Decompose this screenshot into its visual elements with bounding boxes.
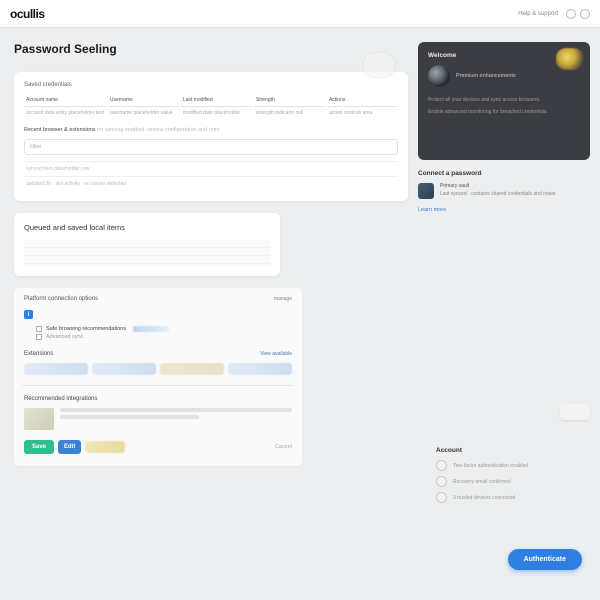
option-row[interactable]: Safe browsing recommendations (24, 325, 292, 333)
table-col: Username username placeholder value (108, 94, 179, 119)
devices-icon (436, 492, 447, 503)
floating-chip[interactable] (560, 404, 590, 420)
connect-title: Connect a password (418, 170, 590, 177)
edit-button[interactable]: Edit (58, 440, 81, 454)
account-item-text: 3 trusted devices connected (453, 495, 515, 501)
page-title: Password Seeling (14, 42, 408, 56)
option-label: Advanced sync (46, 334, 83, 340)
options-manage-link[interactable]: manage (274, 296, 292, 302)
vault-icon (418, 183, 434, 199)
extension-slot[interactable] (92, 363, 156, 375)
credentials-card: Saved credentials Account name account d… (14, 72, 408, 201)
table-col: Actions action controls area (327, 94, 398, 119)
extension-slot[interactable] (24, 363, 88, 375)
brand-logo: ocullis (10, 7, 45, 21)
list-item[interactable]: updated 2h · last activity · no issues d… (24, 176, 398, 191)
account-section: Account Two-factor authentication enable… (436, 447, 586, 508)
credentials-label: Saved credentials (24, 82, 398, 88)
hint-strong: Recent browser & extensions (24, 127, 96, 133)
recommended-title: Recommended integrations (24, 396, 292, 402)
col-cell: username placeholder value (108, 107, 179, 119)
options-panel: Platform connection options manage i Saf… (14, 288, 302, 466)
hint-line: Recent browser & extensions no syncing e… (24, 127, 398, 133)
options-title: Platform connection options (24, 296, 98, 302)
queued-card: Queued and saved local items (14, 213, 280, 276)
promo-desc: Enable advanced monitoring for breached … (428, 109, 580, 117)
credentials-table: Account name account data entry placehol… (24, 94, 398, 119)
table-col: Account name account data entry placehol… (24, 94, 106, 119)
recommended-text (60, 408, 292, 422)
extensions-title: Extensions (24, 351, 53, 357)
account-title: Account (436, 447, 586, 454)
promo-card: Welcome Premium enhancements Protect all… (418, 42, 590, 160)
table-col: Last modified modified date placeholder (181, 94, 252, 119)
account-item-text: Recovery email confirmed (453, 479, 511, 485)
topbar: ocullis Help & support (0, 0, 600, 28)
promo-desc: Protect all your devices and sync across… (428, 97, 580, 105)
connect-section: Connect a password Primary vault Last sy… (418, 170, 590, 213)
col-cell: action controls area (327, 107, 398, 119)
vault-row[interactable]: Primary vault Last synced · contains sha… (418, 183, 590, 199)
filter-input[interactable]: Filter (24, 139, 398, 155)
settings-icon[interactable] (566, 9, 576, 19)
topbar-icons (566, 9, 590, 19)
orb-icon (428, 65, 450, 87)
extensions-row (24, 363, 292, 375)
option-row[interactable]: Advanced sync (24, 333, 292, 341)
extension-slot[interactable] (228, 363, 292, 375)
account-item[interactable]: 3 trusted devices connected (436, 492, 586, 503)
account-item[interactable]: Recovery email confirmed (436, 476, 586, 487)
col-head[interactable]: Account name (24, 94, 106, 107)
col-head[interactable]: Username (108, 94, 179, 107)
col-cell: account data entry placeholder text (24, 107, 106, 119)
col-head[interactable]: Strength (254, 94, 325, 107)
extensions-link[interactable]: View available (260, 351, 292, 357)
cancel-button[interactable]: Cancel (275, 444, 292, 450)
queued-title: Queued and saved local items (24, 223, 270, 232)
page-header: Password Seeling (14, 42, 408, 60)
checkbox-icon[interactable] (36, 334, 42, 340)
checkbox-icon[interactable] (36, 326, 42, 332)
extension-slot[interactable] (160, 363, 224, 375)
profile-icon[interactable] (580, 9, 590, 19)
save-button[interactable]: Save (24, 440, 54, 454)
mail-icon (436, 476, 447, 487)
status-badge (133, 326, 169, 332)
col-cell: modified date placeholder (181, 107, 252, 119)
pending-button[interactable] (85, 441, 125, 453)
promo-decoration-icon (556, 48, 584, 70)
table-col: Strength strength indicator cell (254, 94, 325, 119)
vault-name: Primary vault (440, 183, 590, 191)
learn-more-link[interactable]: Learn more (418, 207, 590, 213)
shield-icon (436, 460, 447, 471)
authenticate-button[interactable]: Authenticate (508, 549, 582, 570)
col-cell: strength indicator cell (254, 107, 325, 119)
account-item[interactable]: Two-factor authentication enabled (436, 460, 586, 471)
hint-faded: no syncing enabled, review configuration… (97, 127, 220, 133)
col-head[interactable]: Last modified (181, 94, 252, 107)
promo-subtitle: Premium enhancements (456, 73, 516, 79)
info-icon[interactable]: i (24, 310, 33, 319)
divider (22, 385, 294, 386)
helper-badge-icon (362, 52, 396, 78)
vault-desc: Last synced · contains shared credential… (440, 191, 555, 197)
button-row: Save Edit Cancel (24, 440, 292, 454)
col-head[interactable]: Actions (327, 94, 398, 107)
option-label: Safe browsing recommendations (46, 326, 126, 332)
account-item-text: Two-factor authentication enabled (453, 463, 528, 469)
list-item[interactable]: synced item placeholder row (24, 161, 398, 176)
help-link[interactable]: Help & support (518, 11, 558, 17)
topbar-right: Help & support (518, 9, 590, 19)
queued-body (24, 240, 270, 266)
recommended-item[interactable] (24, 408, 292, 430)
recommended-thumb-icon (24, 408, 54, 430)
